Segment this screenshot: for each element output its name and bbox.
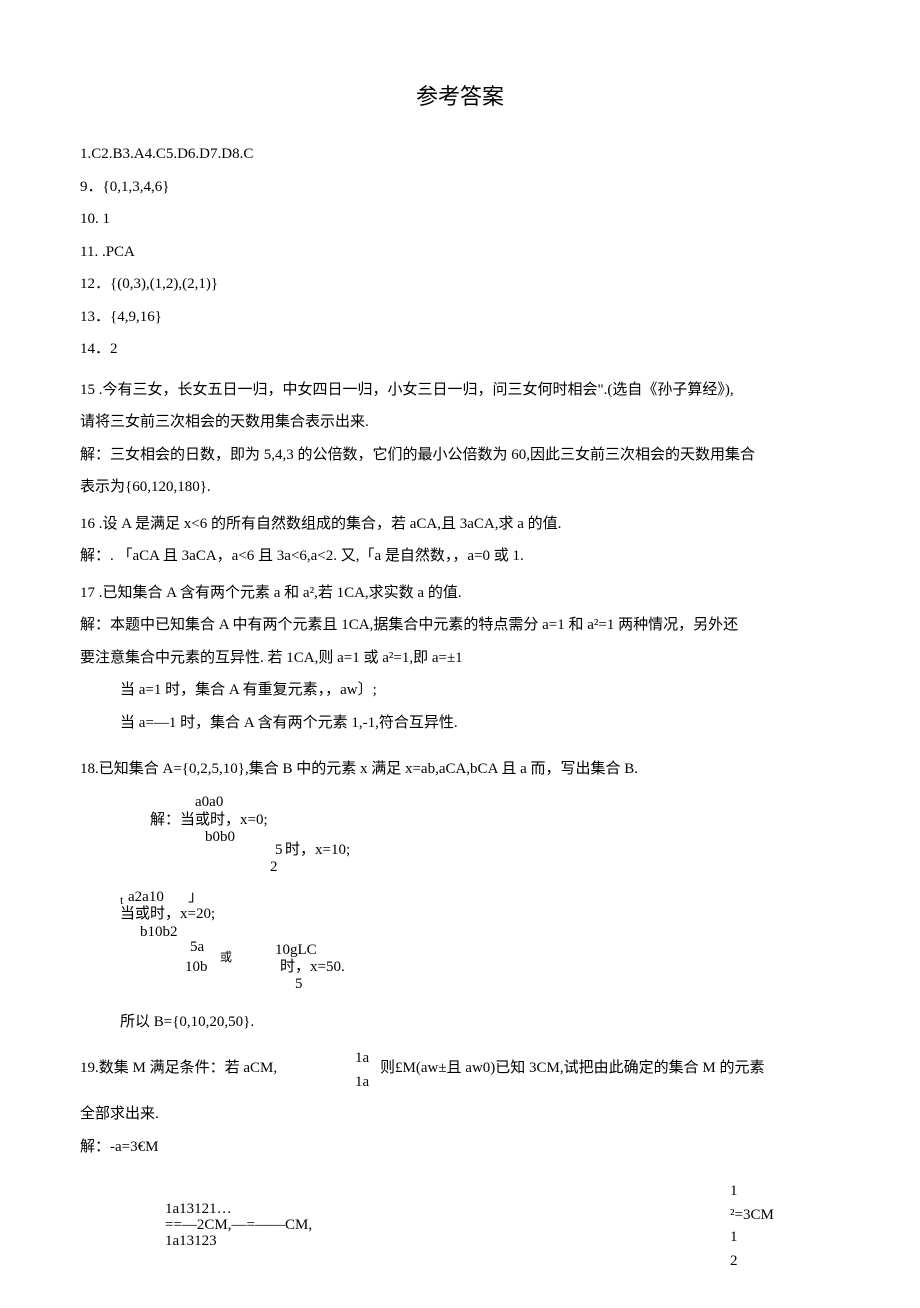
q16-line-1: 16 .设 A 是满足 x<6 的所有自然数组成的集合，若 aCA,且 3aCA… bbox=[80, 513, 840, 536]
answer-10: 10. 1 bbox=[80, 208, 840, 231]
q18-two: 2 bbox=[270, 856, 278, 879]
q18-result: 所以 B={0,10,20,50}. bbox=[80, 1011, 840, 1034]
q18-b10b2: b10b2 bbox=[140, 921, 178, 944]
q15-line-3: 解：三女相会的日数，即为 5,4,3 的公倍数，它们的最小公倍数为 60,因此三… bbox=[80, 444, 840, 467]
bottom-l3: 1a13123 bbox=[165, 1230, 217, 1253]
q15-line-2: 请将三女前三次相会的天数用集合表示出来. bbox=[80, 411, 840, 434]
q18-5: 5 bbox=[295, 973, 303, 996]
q19-line-1a: 19.数集 M 满足条件：若 aCM, bbox=[80, 1057, 277, 1080]
q19-1a-bot: 1a bbox=[355, 1071, 369, 1094]
answer-14: 14．2 bbox=[80, 338, 840, 361]
q18-line-1: 18.已知集合 A={0,2,5,10},集合 B 中的元素 x 满足 x=ab… bbox=[80, 758, 840, 781]
q15-line-4: 表示为{60,120,180}. bbox=[80, 476, 840, 499]
bottom-block: 1a13121… ==—2CM,—=——CM, 1a13123 1 ²=3CM … bbox=[80, 1168, 840, 1268]
q19-block: 19.数集 M 满足条件：若 aCM, 1a 则£M(aw±且 aw0)已知 3… bbox=[80, 1043, 840, 1093]
q18-10b: 10b bbox=[185, 956, 208, 979]
answer-13: 13．{4,9,16} bbox=[80, 306, 840, 329]
page: 参考答案 1.C2.B3.A4.C5.D6.D7.D8.C 9．{0,1,3,4… bbox=[0, 0, 920, 1308]
q19-1a-top: 1a bbox=[355, 1047, 369, 1070]
q19-line-1b: 则£M(aw±且 aw0)已知 3CM,试把由此确定的集合 M 的元素 bbox=[380, 1057, 764, 1080]
bottom-r3: 1 bbox=[730, 1226, 738, 1249]
q17-line-1: 17 .已知集合 A 含有两个元素 a 和 a²,若 1CA,求实数 a 的值. bbox=[80, 582, 840, 605]
page-title: 参考答案 bbox=[80, 80, 840, 113]
q19-line-2: 全部求出来. bbox=[80, 1103, 840, 1126]
q18-x50: 时，x=50. bbox=[280, 956, 345, 979]
bottom-r2: ²=3CM bbox=[730, 1204, 774, 1227]
q17-line-2: 解：本题中已知集合 A 中有两个元素且 1CA,据集合中元素的特点需分 a=1 … bbox=[80, 614, 840, 637]
answer-9: 9．{0,1,3,4,6} bbox=[80, 176, 840, 199]
q18-huo: 或 bbox=[220, 948, 232, 966]
bottom-r1: 1 bbox=[730, 1180, 738, 1203]
bottom-r4: 2 bbox=[730, 1250, 738, 1273]
answers-1-8: 1.C2.B3.A4.C5.D6.D7.D8.C bbox=[80, 143, 840, 166]
q17-line-4: 当 a=1 时，集合 A 有重复元素，，aw〕; bbox=[80, 679, 840, 702]
answer-11: 11. .PCA bbox=[80, 241, 840, 264]
q17-line-5: 当 a=—1 时，集合 A 含有两个元素 1,-1,符合互异性. bbox=[80, 712, 840, 735]
q18-b0b0: b0b0 bbox=[205, 826, 235, 849]
q17-line-3: 要注意集合中元素的互异性. 若 1CA,则 a=1 或 a²=1,即 a=±1 bbox=[80, 647, 840, 670]
q16-line-2: 解：. 「aCA 且 3aCA，a<6 且 3a<6,a<2. 又,「a 是自然… bbox=[80, 545, 840, 568]
q19-line-3: 解：-a=3€M bbox=[80, 1136, 840, 1159]
q15-line-1: 15 .今有三女，长女五日一归，中女四日一归，小女三日一归，问三女何时相会".(… bbox=[80, 379, 840, 402]
answer-12: 12．{(0,3),(1,2),(2,1)} bbox=[80, 273, 840, 296]
q18-x10: 时，x=10; bbox=[285, 839, 350, 862]
q18-block: a0a0 解：当或时，x=0; b0b0 5 时，x=10; 2 t a2a10… bbox=[80, 791, 840, 1001]
